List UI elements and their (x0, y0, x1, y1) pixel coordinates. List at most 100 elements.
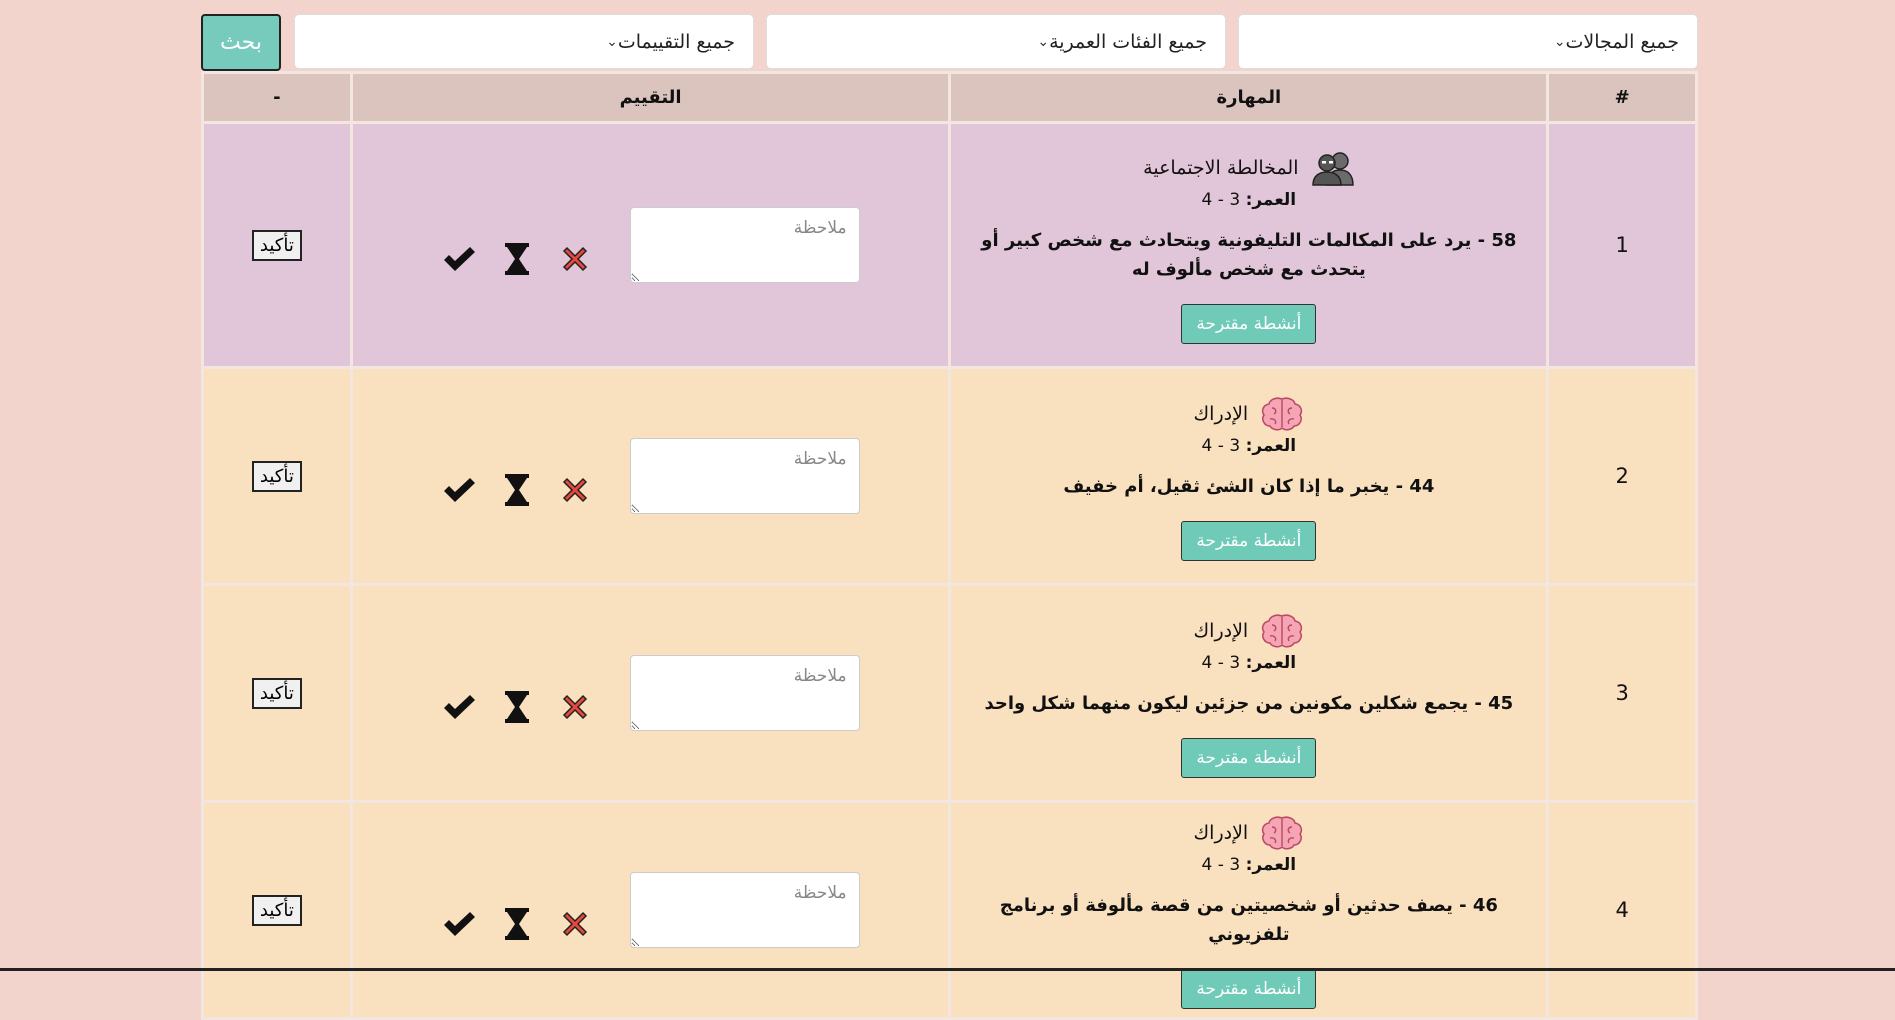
rating-marks (442, 907, 592, 941)
table-row: 3 الإدراك العمر: 3 - 4 45 - يجمع شكلين م… (204, 586, 1695, 800)
suggested-activities-button[interactable]: أنشطة مقترحة (1181, 969, 1317, 1009)
cross-icon[interactable] (558, 242, 592, 276)
rating-marks (442, 473, 592, 507)
rating-marks (442, 690, 592, 724)
row-number-text: 2 (1615, 464, 1629, 488)
age-filter-value: جميع الفئات العمرية (1049, 30, 1207, 53)
rating-marks (442, 242, 592, 276)
suggested-activities-button[interactable]: أنشطة مقترحة (1181, 737, 1317, 778)
domain-name: المخالطة الاجتماعية (1143, 157, 1299, 179)
age-line: العمر: 3 - 4 (959, 436, 1538, 456)
action-cell: تأكيد (204, 124, 350, 366)
row-number-text: 4 (1615, 898, 1629, 922)
brain-icon (1260, 396, 1304, 432)
age-label: العمر: (1245, 190, 1297, 210)
age-line: العمر: 3 - 4 (959, 855, 1538, 875)
skill-description: 45 - يجمع شكلين مكونين من جزئين ليكون من… (984, 692, 1514, 714)
brain-icon (1260, 613, 1304, 649)
domain-line: الإدراك (959, 815, 1538, 851)
domain-name: الإدراك (1193, 619, 1249, 642)
age-label: العمر: (1245, 652, 1297, 673)
people-icon (1311, 150, 1355, 186)
row-number: 4 (1549, 803, 1695, 1017)
rating-controls (354, 438, 948, 514)
page-container: جميع المجالات ⌄ جميع الفئات العمرية ⌄ جم… (201, 14, 1698, 1020)
rating-controls (354, 872, 948, 948)
rating-cell (352, 803, 949, 1017)
domain-line: الإدراك (959, 396, 1538, 432)
age-filter-select[interactable]: جميع الفئات العمرية ⌄ (766, 14, 1226, 69)
confirm-button[interactable]: تأكيد (251, 460, 302, 492)
search-button[interactable]: بحث (201, 14, 281, 71)
confirm-button[interactable]: تأكيد (251, 677, 302, 709)
suggested-activities-button[interactable]: أنشطة مقترحة (1181, 520, 1317, 561)
note-field[interactable] (629, 207, 860, 283)
hourglass-icon[interactable] (500, 242, 534, 276)
header-skill: المهارة (951, 74, 1547, 121)
domain-line: المخالطة الاجتماعية (959, 150, 1538, 186)
filter-bar: جميع المجالات ⌄ جميع الفئات العمرية ⌄ جم… (201, 14, 1698, 71)
row-number-text: 1 (1615, 233, 1629, 257)
chevron-down-icon: ⌄ (1037, 33, 1050, 50)
skill-cell: الإدراك العمر: 3 - 4 45 - يجمع شكلين مكو… (951, 586, 1547, 800)
confirm-button[interactable]: تأكيد (251, 894, 302, 926)
cross-icon[interactable] (558, 473, 592, 507)
rating-controls (354, 207, 948, 283)
suggested-activities-button[interactable]: أنشطة مقترحة (1181, 304, 1317, 344)
hourglass-icon[interactable] (500, 907, 534, 941)
row-number: 1 (1549, 124, 1695, 366)
rating-controls (354, 655, 948, 731)
rating-cell (352, 586, 949, 800)
hourglass-icon[interactable] (500, 473, 534, 507)
age-label: العمر: (1245, 435, 1297, 456)
row-number-text: 3 (1615, 681, 1629, 705)
age-value: 3 - 4 (1201, 190, 1241, 210)
domain-filter-select[interactable]: جميع المجالات ⌄ (1238, 14, 1698, 69)
skill-cell: الإدراك العمر: 3 - 4 44 - يخبر ما إذا كا… (951, 369, 1547, 583)
domain-filter-value: جميع المجالات (1565, 30, 1679, 53)
rating-cell (352, 369, 949, 583)
cross-icon[interactable] (558, 907, 592, 941)
chevron-down-icon: ⌄ (606, 33, 618, 50)
row-number: 2 (1549, 369, 1695, 583)
check-icon[interactable] (442, 690, 476, 724)
age-value: 3 - 4 (1201, 652, 1241, 673)
domain-name: الإدراك (1193, 822, 1249, 844)
check-icon[interactable] (442, 907, 476, 941)
skill-cell: المخالطة الاجتماعية العمر: 3 - 4 58 - ير… (951, 124, 1547, 366)
header-number: # (1549, 74, 1695, 121)
skill-description: 44 - يخبر ما إذا كان الشئ ثقيل، أم خفيف (1063, 475, 1435, 497)
rating-filter-value: جميع التقييمات (617, 30, 735, 53)
skill-description: 46 - يصف حدثين أو شخصيتين من قصة مألوفة … (999, 895, 1498, 945)
row-number: 3 (1549, 586, 1695, 800)
age-value: 3 - 4 (1201, 435, 1241, 456)
rating-cell (352, 124, 949, 366)
hourglass-icon[interactable] (500, 690, 534, 724)
brain-icon (1260, 815, 1304, 851)
note-field[interactable] (629, 438, 860, 514)
domain-line: الإدراك (959, 613, 1538, 649)
header-action: - (204, 74, 350, 121)
skills-table: # المهارة التقييم - 1 المخالطة الاجتماعي… (201, 71, 1698, 1020)
age-value: 3 - 4 (1201, 855, 1241, 875)
check-icon[interactable] (442, 242, 476, 276)
table-row: 4 الإدراك العمر: 3 - 4 46 - يصف حدثين أو… (204, 803, 1695, 1017)
table-row: 2 الإدراك العمر: 3 - 4 44 - يخبر ما إذا … (204, 369, 1695, 583)
age-line: العمر: 3 - 4 (959, 653, 1538, 673)
confirm-button[interactable]: تأكيد (251, 229, 302, 261)
cross-icon[interactable] (558, 690, 592, 724)
action-cell: تأكيد (204, 586, 350, 800)
check-icon[interactable] (442, 473, 476, 507)
table-header-row: # المهارة التقييم - (204, 74, 1695, 121)
rating-filter-select[interactable]: جميع التقييمات ⌄ (294, 14, 754, 69)
skill-cell: الإدراك العمر: 3 - 4 46 - يصف حدثين أو ش… (951, 803, 1547, 1017)
skill-description: 58 - يرد على المكالمات التليفونية ويتحاد… (981, 230, 1517, 280)
action-cell: تأكيد (204, 369, 350, 583)
note-field[interactable] (629, 655, 860, 731)
age-line: العمر: 3 - 4 (959, 190, 1538, 210)
header-rating: التقييم (352, 74, 949, 121)
table-row: 1 المخالطة الاجتماعية العمر: 3 - 4 58 - … (204, 124, 1695, 366)
note-field[interactable] (629, 872, 860, 948)
age-label: العمر: (1245, 855, 1297, 875)
domain-name: الإدراك (1193, 402, 1249, 425)
